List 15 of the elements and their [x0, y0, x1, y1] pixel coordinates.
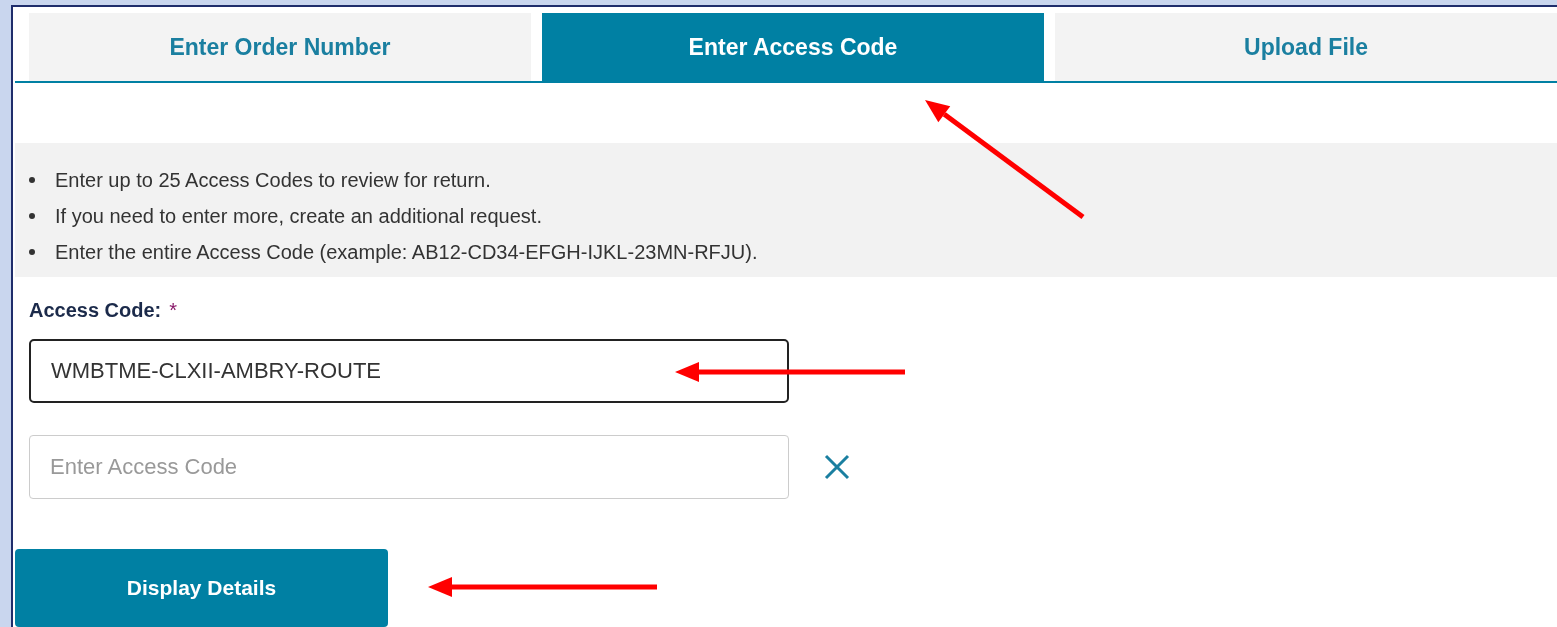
bullet-icon: [29, 177, 35, 183]
bullet-icon: [29, 249, 35, 255]
display-details-button[interactable]: Display Details: [15, 549, 388, 627]
instruction-text: Enter up to 25 Access Codes to review for return.: [55, 168, 491, 193]
field-label: Access Code:: [29, 298, 162, 323]
bullet-icon: [29, 213, 35, 219]
required-mark: *: [169, 298, 178, 323]
close-icon[interactable]: [823, 453, 851, 481]
tab[interactable]: Enter Access Code: [542, 13, 1044, 81]
access-code-field[interactable]: WMBTME-CLXII-AMBRY-ROUTE: [29, 339, 789, 403]
tab[interactable]: Enter Order Number: [29, 13, 531, 81]
instruction-text: Enter the entire Access Code (example: AB12-CD34-EFGH-IJKL-23MN-RFJU).: [55, 240, 758, 265]
access-code-field[interactable]: Enter Access Code: [29, 435, 789, 499]
tab[interactable]: Upload File: [1055, 13, 1557, 81]
instruction-text: If you need to enter more, create an additional request.: [55, 204, 542, 229]
